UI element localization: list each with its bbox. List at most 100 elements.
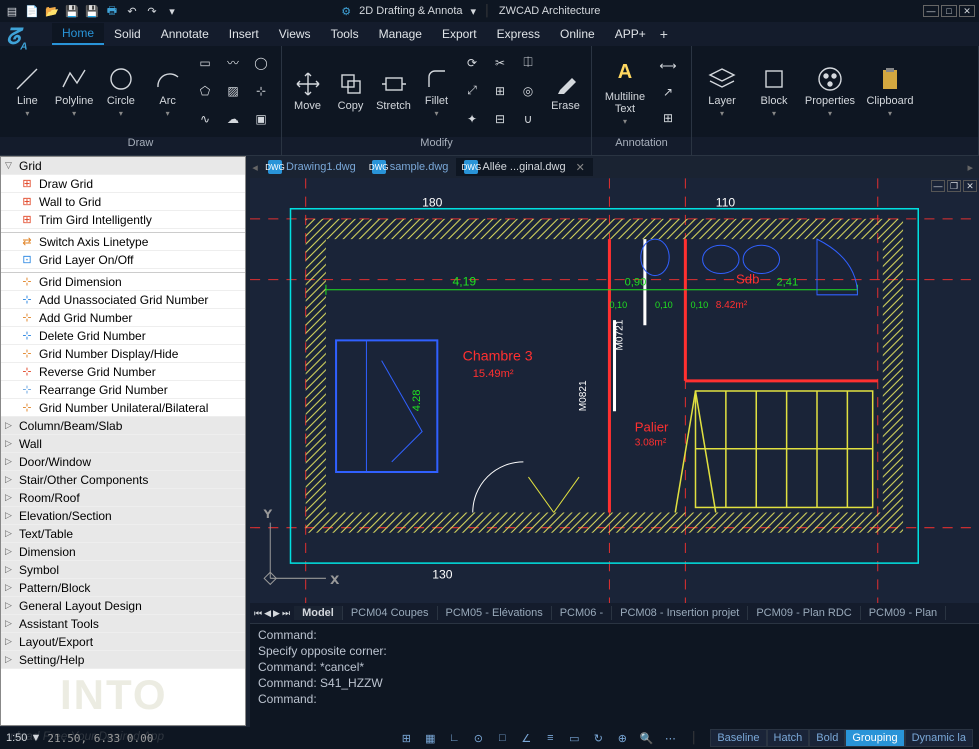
tree-section[interactable]: ▷Room/Roof: [1, 489, 245, 507]
tab-views[interactable]: Views: [269, 24, 321, 44]
add-tab-button[interactable]: +: [660, 26, 668, 42]
layout-prev-icon[interactable]: ◀: [264, 608, 271, 619]
spline-icon[interactable]: 〰: [221, 51, 245, 75]
lweight-icon[interactable]: ≡: [540, 729, 560, 747]
close-button[interactable]: ✕: [959, 5, 975, 17]
scale-icon[interactable]: ⤢: [460, 79, 484, 103]
tree-section[interactable]: ▷Text/Table: [1, 525, 245, 543]
status-textbtn[interactable]: Bold: [809, 729, 845, 747]
dimension-icon[interactable]: ⟷: [656, 54, 680, 78]
tab-express[interactable]: Express: [487, 24, 550, 44]
new-icon[interactable]: 📄: [24, 3, 40, 19]
block-button[interactable]: Block▾: [750, 53, 798, 131]
drawing-tab[interactable]: DWGDrawing1.dwg: [260, 158, 364, 176]
layout-tab[interactable]: PCM09 - Plan: [861, 606, 946, 620]
ellipse-icon[interactable]: ◯: [249, 51, 273, 75]
tree-section[interactable]: ▷Door/Window: [1, 453, 245, 471]
layout-tab[interactable]: PCM04 Coupes: [343, 606, 438, 620]
arc-button[interactable]: Arc▾: [146, 53, 189, 131]
leader-icon[interactable]: ↗: [656, 80, 680, 104]
maximize-button[interactable]: □: [941, 5, 957, 17]
tree-item[interactable]: ⇄Switch Axis Linetype: [1, 233, 245, 251]
layout-tab[interactable]: PCM06 -: [552, 606, 612, 620]
stretch-button[interactable]: Stretch: [374, 53, 413, 131]
polygon-icon[interactable]: ⬠: [193, 79, 217, 103]
layout-last-icon[interactable]: ⏭: [282, 608, 290, 619]
offset-icon[interactable]: ◎: [516, 79, 540, 103]
tree-item[interactable]: ⊹Grid Dimension: [1, 273, 245, 291]
layout-first-icon[interactable]: ⏮: [254, 608, 262, 619]
saveas-icon[interactable]: 💾: [84, 3, 100, 19]
workspace-name[interactable]: 2D Drafting & Annota: [359, 5, 462, 17]
dyn-icon[interactable]: ⊕: [612, 729, 632, 747]
minimize-button[interactable]: —: [923, 5, 939, 17]
revcloud-icon[interactable]: ☁: [221, 107, 245, 131]
tab-app[interactable]: APP+: [605, 24, 656, 44]
drawing-tab[interactable]: DWGAllée ...ginal.dwg✕: [456, 158, 592, 176]
join-icon[interactable]: ∪: [516, 107, 540, 131]
status-textbtn[interactable]: Hatch: [767, 729, 810, 747]
tab-annotate[interactable]: Annotate: [151, 24, 219, 44]
app-logo[interactable]: ᘔA: [6, 24, 48, 52]
otrack-icon[interactable]: ∠: [516, 729, 536, 747]
break-icon[interactable]: ⊟: [488, 107, 512, 131]
tree-section[interactable]: ▷Setting/Help: [1, 651, 245, 669]
tab-scroll-left[interactable]: ◂: [250, 161, 260, 174]
tree-section[interactable]: ▷Dimension: [1, 543, 245, 561]
layout-tab[interactable]: PCM05 - Elévations: [438, 606, 552, 620]
tree-section[interactable]: ▷Column/Beam/Slab: [1, 417, 245, 435]
circle-button[interactable]: Circle▾: [100, 53, 143, 131]
tab-scroll-right[interactable]: ▸: [961, 161, 979, 174]
tree-section[interactable]: ▷Elevation/Section: [1, 507, 245, 525]
properties-button[interactable]: Properties▾: [802, 53, 858, 131]
status-textbtn[interactable]: Dynamic la: [905, 729, 973, 747]
magnifier-icon[interactable]: 🔍: [636, 729, 656, 747]
tree-section[interactable]: ▷Pattern/Block: [1, 579, 245, 597]
tree-item[interactable]: ⊹Grid Number Unilateral/Bilateral: [1, 399, 245, 417]
tree-section[interactable]: ▷Symbol: [1, 561, 245, 579]
trim-icon[interactable]: ✂: [488, 51, 512, 75]
fillet-button[interactable]: Fillet▾: [417, 53, 456, 131]
tree-item[interactable]: ⊹Delete Grid Number: [1, 327, 245, 345]
layout-tab[interactable]: Model: [294, 606, 343, 620]
tree-item[interactable]: ⊹Reverse Grid Number: [1, 363, 245, 381]
workspace-dropdown-icon[interactable]: ▾: [471, 5, 477, 18]
redo-icon[interactable]: ↷: [144, 3, 160, 19]
drawing-tab[interactable]: DWGsample.dwg: [364, 158, 457, 176]
polar-icon[interactable]: ⊙: [468, 729, 488, 747]
tree-item[interactable]: ⊹Add Grid Number: [1, 309, 245, 327]
tree-section[interactable]: ▷Layout/Export: [1, 633, 245, 651]
hatch-icon[interactable]: ▨: [221, 79, 245, 103]
tree-item[interactable]: ⊹Add Unassociated Grid Number: [1, 291, 245, 309]
tree-item[interactable]: ⊹Rearrange Grid Number: [1, 381, 245, 399]
status-textbtn[interactable]: Baseline: [710, 729, 766, 747]
more-icon[interactable]: ⋯: [660, 729, 680, 747]
tab-insert[interactable]: Insert: [219, 24, 269, 44]
copy-button[interactable]: Copy: [331, 53, 370, 131]
rotate-icon[interactable]: ⟳: [460, 51, 484, 75]
snap-icon[interactable]: ⊞: [396, 729, 416, 747]
tree-item[interactable]: ⊹Grid Number Display/Hide: [1, 345, 245, 363]
tree-item[interactable]: ⊞Draw Grid: [1, 175, 245, 193]
tree-item[interactable]: ⊞Trim Gird Intelligently: [1, 211, 245, 229]
tree-section[interactable]: ▷Assistant Tools: [1, 615, 245, 633]
cycle-icon[interactable]: ↻: [588, 729, 608, 747]
menu-icon[interactable]: ▤: [4, 3, 20, 19]
move-button[interactable]: Move: [288, 53, 327, 131]
tree-section[interactable]: ▷Wall: [1, 435, 245, 453]
drawing-canvas[interactable]: — ❐ ✕: [250, 178, 979, 604]
helix-icon[interactable]: ∿: [193, 107, 217, 131]
model-icon[interactable]: ▭: [564, 729, 584, 747]
tab-online[interactable]: Online: [550, 24, 605, 44]
rect-icon[interactable]: ▭: [193, 51, 217, 75]
tab-solid[interactable]: Solid: [104, 24, 151, 44]
line-button[interactable]: Line▾: [6, 53, 49, 131]
tree-section[interactable]: ▷Stair/Other Components: [1, 471, 245, 489]
mirror-icon[interactable]: ⎅: [516, 51, 540, 75]
tree-item[interactable]: ⊡Grid Layer On/Off: [1, 251, 245, 269]
layout-next-icon[interactable]: ▶: [273, 608, 280, 619]
array-icon[interactable]: ⊞: [488, 79, 512, 103]
clipboard-button[interactable]: Clipboard▾: [862, 53, 918, 131]
undo-icon[interactable]: ↶: [124, 3, 140, 19]
plot-icon[interactable]: 🖶: [104, 3, 120, 19]
